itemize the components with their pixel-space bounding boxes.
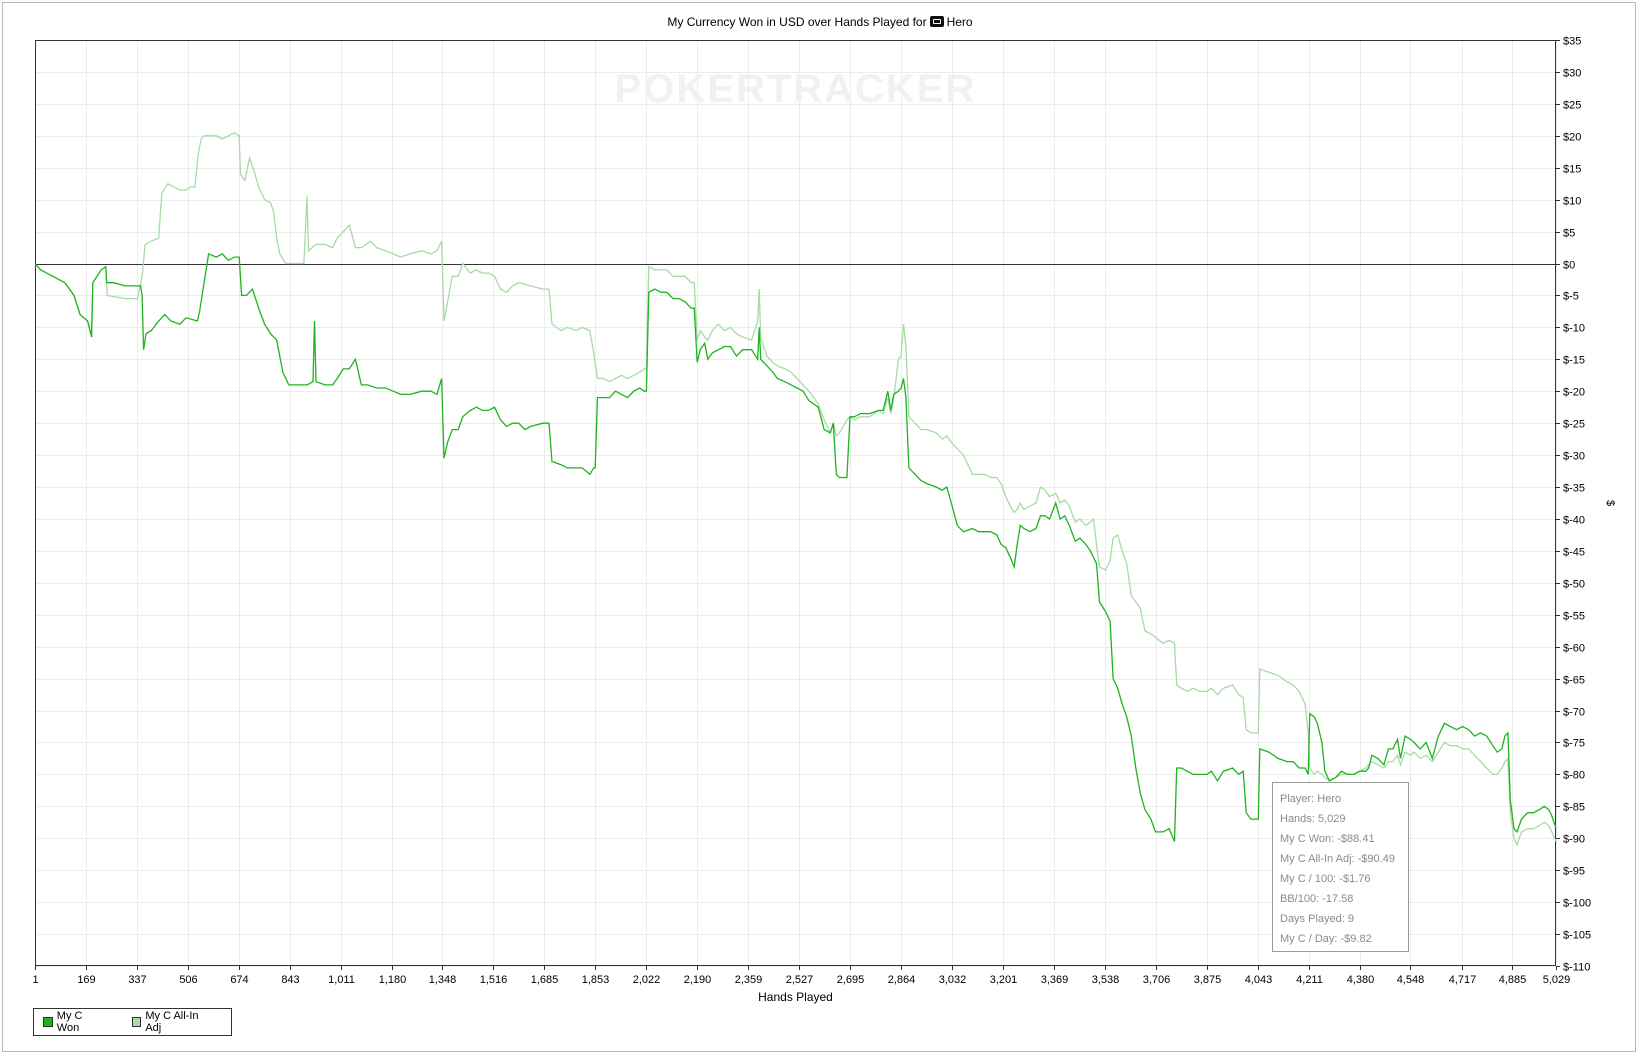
x-tick-label: 2,864 (888, 974, 916, 986)
y-tick-label: $20 (1563, 132, 1581, 144)
y-tick-label: $-55 (1563, 611, 1585, 623)
x-tick-label: 506 (179, 974, 197, 986)
legend-item-won: My C Won (43, 1010, 107, 1034)
y-tick-label: $-65 (1563, 675, 1585, 687)
y-tick-label: $35 (1563, 36, 1581, 48)
y-tick-label: $-60 (1563, 643, 1585, 655)
y-tick-label: $-35 (1563, 483, 1585, 495)
y-tick-label: $-30 (1563, 451, 1585, 463)
x-tick-label: 337 (128, 974, 146, 986)
x-tick-label: 1,853 (582, 974, 610, 986)
x-tick-label: 3,875 (1194, 974, 1222, 986)
tooltip-days-played: Days Played: 9 (1280, 913, 1354, 925)
watermark: POKERTRACKER (615, 67, 977, 111)
y-tick-label: $-100 (1563, 898, 1591, 910)
x-tick-label: 2,527 (786, 974, 814, 986)
x-tick-label: 2,359 (735, 974, 763, 986)
legend-swatch-won (43, 1017, 53, 1027)
y-tick-label: $30 (1563, 68, 1581, 80)
legend: My C Won My C All-In Adj (33, 1008, 232, 1036)
y-tick-label: $-110 (1563, 962, 1590, 974)
hover-tooltip: Player: Hero Hands: 5,029 My C Won: -$88… (1272, 782, 1409, 952)
y-tick-label: $0 (1563, 260, 1575, 272)
x-tick-label: 4,043 (1245, 974, 1273, 986)
y-tick-label: $-20 (1563, 387, 1585, 399)
y-tick-label: $-50 (1563, 579, 1585, 591)
x-tick-label: 1,180 (379, 974, 407, 986)
x-tick-label: 3,538 (1092, 974, 1120, 986)
legend-label-won: My C Won (56, 1010, 83, 1034)
y-tick-label: $-70 (1563, 707, 1585, 719)
x-tick-label: 4,717 (1449, 974, 1477, 986)
x-tick-label: 4,380 (1347, 974, 1375, 986)
x-tick-label: 3,201 (990, 974, 1018, 986)
y-tick-label: $25 (1563, 100, 1581, 112)
y-tick-label: $-90 (1563, 834, 1585, 846)
x-tick-label: 4,885 (1499, 974, 1527, 986)
y-tick-label: $-85 (1563, 802, 1585, 814)
x-tick-label: 1,011 (328, 974, 355, 986)
y-axis-label: $ (1604, 500, 1616, 506)
y-tick-label: $-95 (1563, 866, 1585, 878)
y-tick-label: $-80 (1563, 770, 1585, 782)
y-tick-label: $-105 (1563, 930, 1591, 942)
tooltip-bb-100: BB/100: -17.58 (1280, 893, 1354, 905)
tooltip-allin-adj: My C All-In Adj: -$90.49 (1280, 853, 1395, 865)
x-tick-label: 169 (77, 974, 95, 986)
x-tick-label: 4,548 (1397, 974, 1425, 986)
y-tick-label: $5 (1563, 228, 1575, 240)
legend-swatch-allin (131, 1017, 142, 1027)
x-tick-label: 3,369 (1041, 974, 1069, 986)
tooltip-per-100: My C / 100: -$1.76 (1280, 873, 1371, 885)
y-tick-label: $-40 (1563, 515, 1585, 527)
y-tick-label: $-5 (1563, 291, 1579, 303)
y-tick-label: $-45 (1563, 547, 1585, 559)
tooltip-won: My C Won: -$88.41 (1280, 833, 1375, 845)
x-tick-label: 4,211 (1296, 974, 1323, 986)
x-tick-label: 1,516 (480, 974, 508, 986)
x-tick-label: 1,685 (531, 974, 559, 986)
x-tick-label: 674 (230, 974, 248, 986)
tooltip-hands: Hands: 5,029 (1280, 813, 1346, 825)
x-tick-label: 843 (281, 974, 299, 986)
y-tick-label: $-15 (1563, 355, 1585, 367)
x-tick-label: 5,029 (1543, 974, 1571, 986)
x-tick-label: 3,706 (1143, 974, 1171, 986)
x-tick-label: 3,032 (939, 974, 967, 986)
tooltip-per-day: My C / Day: -$9.82 (1280, 933, 1372, 945)
tooltip-player: Player: Hero (1280, 793, 1342, 805)
x-axis-label: Hands Played (758, 990, 833, 1004)
legend-label-allin: My C All-In Adj (145, 1010, 199, 1034)
y-tick-label: $-10 (1563, 323, 1585, 335)
y-tick-label: $10 (1563, 196, 1581, 208)
y-tick-label: $-75 (1563, 738, 1585, 750)
y-tick-label: $15 (1563, 164, 1581, 176)
legend-item-allin: My C All-In Adj (131, 1010, 215, 1034)
x-tick-label: 1 (32, 974, 38, 986)
x-tick-label: 2,022 (633, 974, 661, 986)
x-tick-label: 2,695 (837, 974, 865, 986)
y-tick-label: $-25 (1563, 419, 1585, 431)
x-tick-label: 2,190 (684, 974, 712, 986)
x-tick-label: 1,348 (429, 974, 457, 986)
